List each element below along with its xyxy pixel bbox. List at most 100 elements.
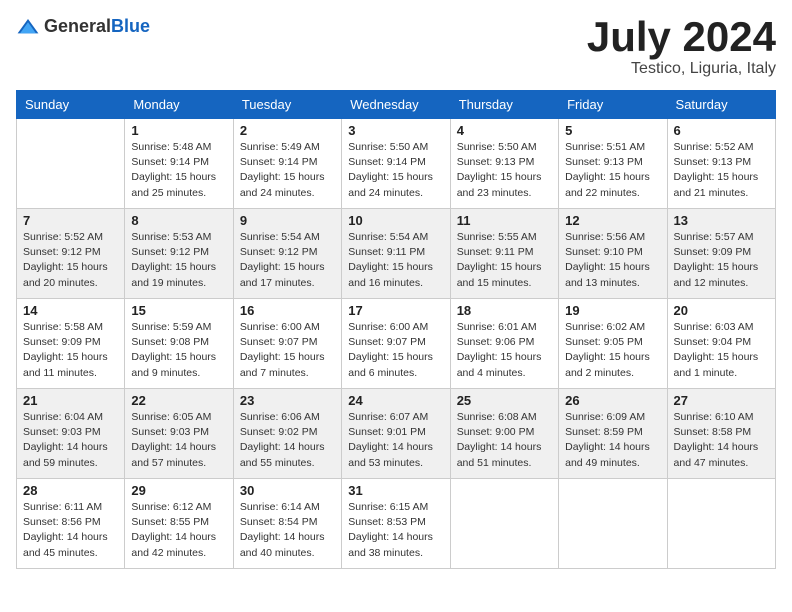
day-number: 23 [240, 393, 335, 408]
day-info: Sunrise: 5:50 AMSunset: 9:13 PMDaylight:… [457, 140, 552, 201]
day-number: 16 [240, 303, 335, 318]
day-info: Sunrise: 6:03 AMSunset: 9:04 PMDaylight:… [674, 320, 769, 381]
day-number: 22 [131, 393, 226, 408]
calendar-cell: 7 Sunrise: 5:52 AMSunset: 9:12 PMDaylight… [17, 209, 125, 299]
calendar-cell: 14Sunrise: 5:58 AMSunset: 9:09 PMDayligh… [17, 299, 125, 389]
week-row-1: 1 Sunrise: 5:48 AMSunset: 9:14 PMDaylight… [17, 119, 776, 209]
calendar-cell: 8 Sunrise: 5:53 AMSunset: 9:12 PMDaylight… [125, 209, 233, 299]
day-number: 10 [348, 213, 443, 228]
day-info: Sunrise: 6:08 AMSunset: 9:00 PMDaylight:… [457, 410, 552, 471]
logo-icon [16, 17, 40, 37]
day-number: 27 [674, 393, 769, 408]
day-info: Sunrise: 5:50 AMSunset: 9:14 PMDaylight:… [348, 140, 443, 201]
calendar-cell: 4 Sunrise: 5:50 AMSunset: 9:13 PMDaylight… [450, 119, 558, 209]
weekday-header-wednesday: Wednesday [342, 91, 450, 119]
header: GeneralBlue July 2024 Testico, Liguria, … [16, 16, 776, 78]
calendar-cell: 17Sunrise: 6:00 AMSunset: 9:07 PMDayligh… [342, 299, 450, 389]
calendar-cell: 6Sunrise: 5:52 AMSunset: 9:13 PMDaylight… [667, 119, 775, 209]
day-number: 28 [23, 483, 118, 498]
day-number: 1 [131, 123, 226, 138]
calendar-cell: 23Sunrise: 6:06 AMSunset: 9:02 PMDayligh… [233, 389, 341, 479]
calendar-cell: 24 Sunrise: 6:07 AMSunset: 9:01 PMDayligh… [342, 389, 450, 479]
day-info: Sunrise: 5:52 AMSunset: 9:12 PMDaylight:… [23, 230, 118, 291]
calendar-cell [559, 479, 667, 569]
logo-general: General [44, 16, 111, 36]
day-number: 13 [674, 213, 769, 228]
day-number: 18 [457, 303, 552, 318]
day-info: Sunrise: 6:07 AMSunset: 9:01 PMDaylight:… [348, 410, 443, 471]
day-number: 12 [565, 213, 660, 228]
day-number: 24 [348, 393, 443, 408]
calendar-cell: 29 Sunrise: 6:12 AMSunset: 8:55 PMDayligh… [125, 479, 233, 569]
day-info: Sunrise: 5:49 AMSunset: 9:14 PMDaylight:… [240, 140, 335, 201]
calendar-cell: 16Sunrise: 6:00 AMSunset: 9:07 PMDayligh… [233, 299, 341, 389]
day-number: 6 [674, 123, 769, 138]
calendar-cell: 1 Sunrise: 5:48 AMSunset: 9:14 PMDaylight… [125, 119, 233, 209]
calendar-cell: 31 Sunrise: 6:15 AMSunset: 8:53 PMDayligh… [342, 479, 450, 569]
day-number: 17 [348, 303, 443, 318]
day-info: Sunrise: 6:04 AMSunset: 9:03 PMDaylight:… [23, 410, 118, 471]
day-info: Sunrise: 5:48 AMSunset: 9:14 PMDaylight:… [131, 140, 226, 201]
day-number: 21 [23, 393, 118, 408]
title-section: July 2024 Testico, Liguria, Italy [587, 16, 776, 78]
calendar-cell: 26 Sunrise: 6:09 AMSunset: 8:59 PMDayligh… [559, 389, 667, 479]
day-info: Sunrise: 5:55 AMSunset: 9:11 PMDaylight:… [457, 230, 552, 291]
day-number: 11 [457, 213, 552, 228]
day-number: 26 [565, 393, 660, 408]
day-number: 20 [674, 303, 769, 318]
day-number: 5 [565, 123, 660, 138]
day-info: Sunrise: 6:10 AMSunset: 8:58 PMDaylight:… [674, 410, 769, 471]
day-number: 3 [348, 123, 443, 138]
day-info: Sunrise: 6:05 AMSunset: 9:03 PMDaylight:… [131, 410, 226, 471]
calendar-cell: 21 Sunrise: 6:04 AMSunset: 9:03 PMDayligh… [17, 389, 125, 479]
calendar-table: SundayMondayTuesdayWednesdayThursdayFrid… [16, 90, 776, 569]
calendar-cell: 3 Sunrise: 5:50 AMSunset: 9:14 PMDaylight… [342, 119, 450, 209]
day-number: 29 [131, 483, 226, 498]
day-number: 8 [131, 213, 226, 228]
calendar-cell: 30 Sunrise: 6:14 AMSunset: 8:54 PMDayligh… [233, 479, 341, 569]
day-info: Sunrise: 5:54 AMSunset: 9:12 PMDaylight:… [240, 230, 335, 291]
calendar-cell: 10 Sunrise: 5:54 AMSunset: 9:11 PMDayligh… [342, 209, 450, 299]
logo: GeneralBlue [16, 16, 150, 37]
calendar-cell: 11 Sunrise: 5:55 AMSunset: 9:11 PMDayligh… [450, 209, 558, 299]
calendar-cell: 13 Sunrise: 5:57 AMSunset: 9:09 PMDayligh… [667, 209, 775, 299]
week-row-4: 21 Sunrise: 6:04 AMSunset: 9:03 PMDayligh… [17, 389, 776, 479]
day-number: 15 [131, 303, 226, 318]
page-container: GeneralBlue July 2024 Testico, Liguria, … [16, 16, 776, 569]
weekday-header-sunday: Sunday [17, 91, 125, 119]
day-number: 7 [23, 213, 118, 228]
calendar-cell: 9 Sunrise: 5:54 AMSunset: 9:12 PMDaylight… [233, 209, 341, 299]
day-number: 31 [348, 483, 443, 498]
day-info: Sunrise: 5:59 AMSunset: 9:08 PMDaylight:… [131, 320, 226, 381]
day-info: Sunrise: 5:54 AMSunset: 9:11 PMDaylight:… [348, 230, 443, 291]
day-info: Sunrise: 5:56 AMSunset: 9:10 PMDaylight:… [565, 230, 660, 291]
day-info: Sunrise: 5:57 AMSunset: 9:09 PMDaylight:… [674, 230, 769, 291]
weekday-header-row: SundayMondayTuesdayWednesdayThursdayFrid… [17, 91, 776, 119]
day-number: 30 [240, 483, 335, 498]
day-info: Sunrise: 5:53 AMSunset: 9:12 PMDaylight:… [131, 230, 226, 291]
day-info: Sunrise: 6:01 AMSunset: 9:06 PMDaylight:… [457, 320, 552, 381]
day-number: 9 [240, 213, 335, 228]
day-info: Sunrise: 6:09 AMSunset: 8:59 PMDaylight:… [565, 410, 660, 471]
calendar-cell [450, 479, 558, 569]
day-info: Sunrise: 6:14 AMSunset: 8:54 PMDaylight:… [240, 500, 335, 561]
weekday-header-monday: Monday [125, 91, 233, 119]
calendar-cell: 27 Sunrise: 6:10 AMSunset: 8:58 PMDayligh… [667, 389, 775, 479]
day-info: Sunrise: 6:15 AMSunset: 8:53 PMDaylight:… [348, 500, 443, 561]
day-info: Sunrise: 5:51 AMSunset: 9:13 PMDaylight:… [565, 140, 660, 201]
day-number: 4 [457, 123, 552, 138]
logo-blue: Blue [111, 16, 150, 36]
week-row-5: 28Sunrise: 6:11 AMSunset: 8:56 PMDayligh… [17, 479, 776, 569]
calendar-cell: 19Sunrise: 6:02 AMSunset: 9:05 PMDayligh… [559, 299, 667, 389]
calendar-cell: 18 Sunrise: 6:01 AMSunset: 9:06 PMDayligh… [450, 299, 558, 389]
day-info: Sunrise: 6:12 AMSunset: 8:55 PMDaylight:… [131, 500, 226, 561]
week-row-3: 14Sunrise: 5:58 AMSunset: 9:09 PMDayligh… [17, 299, 776, 389]
day-number: 14 [23, 303, 118, 318]
calendar-cell [17, 119, 125, 209]
calendar-cell: 2 Sunrise: 5:49 AMSunset: 9:14 PMDaylight… [233, 119, 341, 209]
calendar-cell: 22 Sunrise: 6:05 AMSunset: 9:03 PMDayligh… [125, 389, 233, 479]
day-number: 2 [240, 123, 335, 138]
weekday-header-saturday: Saturday [667, 91, 775, 119]
day-number: 19 [565, 303, 660, 318]
calendar-cell: 5 Sunrise: 5:51 AMSunset: 9:13 PMDaylight… [559, 119, 667, 209]
